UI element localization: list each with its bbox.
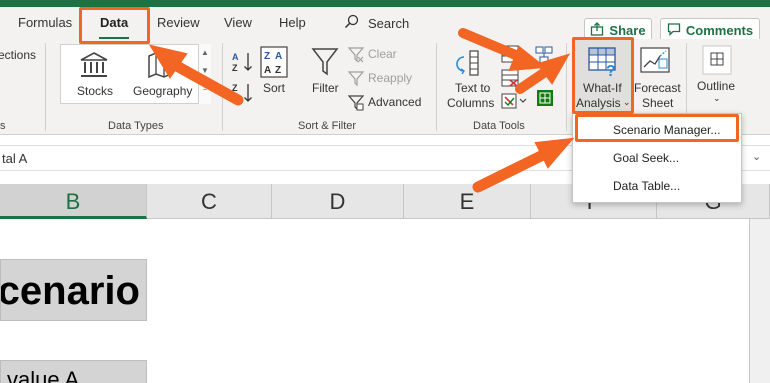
sort-button[interactable]: Sort <box>263 81 285 95</box>
forecast-label-line2[interactable]: Sheet <box>642 96 673 110</box>
search-box[interactable]: Search <box>344 14 409 33</box>
svg-text:A: A <box>275 51 282 62</box>
sort-za-icon[interactable]: ZA <box>232 82 254 109</box>
clear-button[interactable]: Clear <box>368 47 397 61</box>
remove-duplicates-icon[interactable] <box>501 69 519 92</box>
filter-icon <box>311 47 339 82</box>
data-model-icon[interactable] <box>536 89 554 112</box>
data-types-group-label: Data Types <box>108 120 164 132</box>
column-header-d[interactable]: D <box>272 184 404 219</box>
group-separator <box>566 43 567 131</box>
highlight-data-tab <box>79 7 150 44</box>
svg-text:Z: Z <box>264 51 270 62</box>
vertical-scrollbar[interactable] <box>750 219 770 383</box>
text-to-columns-line1[interactable]: Text to <box>455 81 490 95</box>
column-header-b[interactable]: B <box>0 184 147 219</box>
tab-help[interactable]: Help <box>279 15 306 30</box>
column-header-e[interactable]: E <box>404 184 531 219</box>
highlight-scenario-manager <box>575 114 739 142</box>
svg-text:A: A <box>232 94 239 104</box>
sort-az-icon[interactable]: AZ <box>232 51 254 78</box>
filter-button[interactable]: Filter <box>312 81 339 95</box>
sort-filter-group-label: Sort & Filter <box>298 120 357 132</box>
group-separator <box>45 43 46 131</box>
stocks-button[interactable]: Stocks <box>77 84 113 98</box>
group-separator <box>436 43 437 131</box>
column-header-c[interactable]: C <box>147 184 272 219</box>
reapply-button[interactable]: Reapply <box>368 71 412 85</box>
tab-formulas[interactable]: Formulas <box>18 15 72 30</box>
consolidate-icon[interactable] <box>534 45 554 70</box>
tab-view[interactable]: View <box>224 15 252 30</box>
flash-fill-icon[interactable] <box>501 45 519 68</box>
forecast-sheet-icon <box>640 47 672 82</box>
text-to-columns-icon <box>452 49 486 84</box>
outline-button[interactable]: Outline <box>697 79 735 93</box>
comment-icon <box>667 22 681 39</box>
svg-text:Z: Z <box>275 65 281 76</box>
svg-text:A: A <box>264 65 271 76</box>
reapply-icon <box>347 71 365 92</box>
clear-filter-icon <box>347 47 365 68</box>
highlight-what-if-button <box>572 37 634 114</box>
queries-group-label: s <box>0 120 6 132</box>
comments-label: Comments <box>685 22 754 38</box>
share-label: Share <box>609 22 646 38</box>
outline-icon <box>702 45 732 80</box>
advanced-button[interactable]: Advanced <box>368 95 421 109</box>
chevron-down-icon: ⌄ <box>713 93 721 103</box>
svg-text:A: A <box>232 52 239 62</box>
cell-value-label-text: value A <box>7 367 80 383</box>
search-label: Search <box>368 16 410 31</box>
formula-bar-text: tal A <box>2 151 28 166</box>
share-icon <box>590 21 604 39</box>
sort-dialog-icon: ZAAZ <box>260 46 288 83</box>
data-validation-icon[interactable] <box>501 93 531 116</box>
forecast-label-line1[interactable]: Forecast <box>634 81 681 95</box>
advanced-filter-icon <box>347 95 365 116</box>
tab-review[interactable]: Review <box>157 15 200 30</box>
cell-scenario-title-text: Scenario A <box>1 269 146 313</box>
stocks-icon <box>79 51 109 84</box>
text-to-columns-line2[interactable]: Columns <box>447 96 494 110</box>
map-icon <box>147 51 173 84</box>
cell-value-label[interactable]: value A <box>0 360 147 383</box>
geography-button[interactable]: Geography <box>133 84 192 98</box>
search-icon <box>344 14 360 33</box>
menu-item-data-table[interactable]: Data Table... <box>613 179 680 193</box>
gallery-scroll[interactable]: ▲ ▼ ⩡ <box>198 44 211 104</box>
svg-text:Z: Z <box>232 63 238 73</box>
group-separator <box>222 43 223 131</box>
chevron-down-icon[interactable]: ⌄ <box>752 150 761 163</box>
cell-scenario-title[interactable]: Scenario A <box>0 259 147 321</box>
data-tools-group-label: Data Tools <box>473 120 525 132</box>
menu-item-goal-seek[interactable]: Goal Seek... <box>613 151 679 165</box>
svg-text:Z: Z <box>232 83 238 93</box>
title-bar-strip <box>0 0 770 7</box>
queries-connections-label[interactable]: ections <box>0 48 36 62</box>
